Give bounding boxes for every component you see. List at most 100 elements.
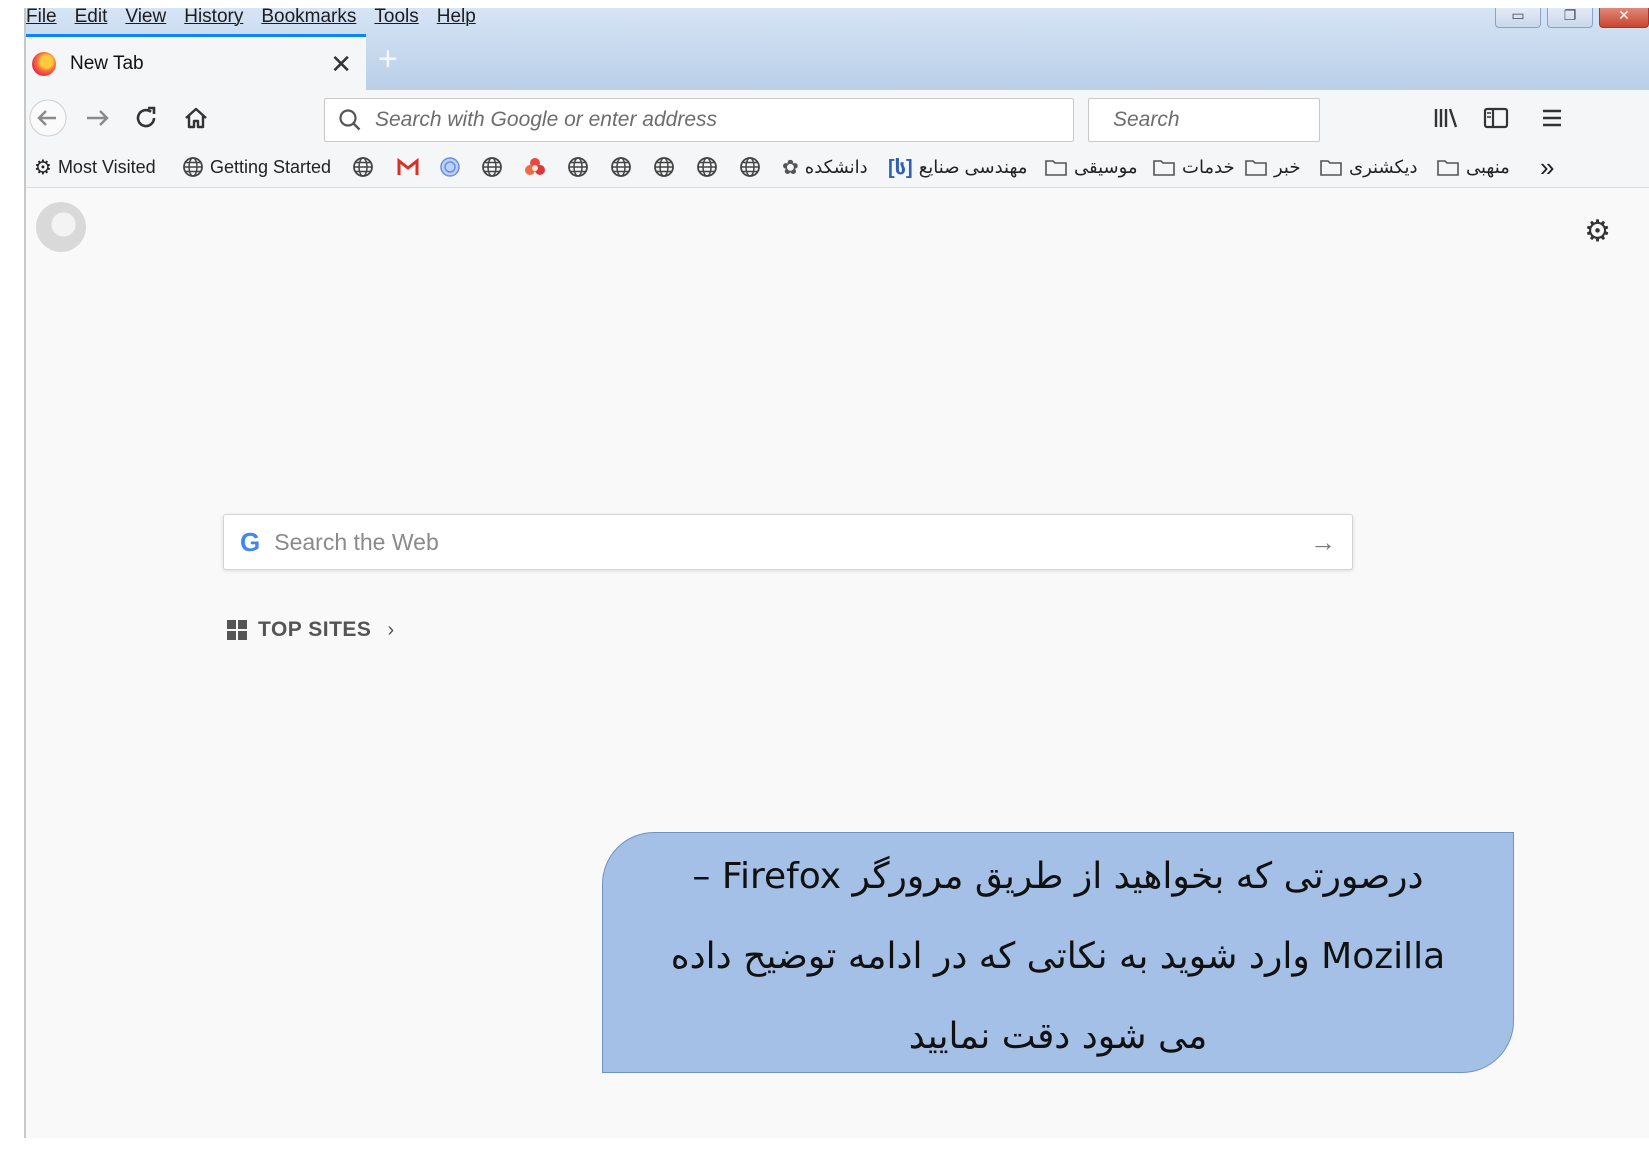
new-tab-button[interactable]: + bbox=[378, 42, 398, 76]
google-icon: G bbox=[240, 526, 261, 557]
search-icon bbox=[339, 109, 361, 131]
address-input[interactable] bbox=[375, 108, 1073, 132]
bookmark-label: Most Visited bbox=[57, 156, 156, 177]
folder-icon bbox=[1045, 160, 1067, 176]
globe-icon bbox=[353, 157, 373, 177]
restore-button[interactable]: ❐ bbox=[1547, 8, 1593, 28]
menu-edit[interactable]: Edit bbox=[67, 8, 118, 26]
bookmark-label: موسیقی bbox=[1074, 156, 1138, 177]
bookmark-label: مهندسی صنایع bbox=[918, 156, 1028, 177]
bookmark-industrial-engineering[interactable]: [ს] مهندسی صنایع bbox=[888, 154, 1027, 180]
bookmark-folder-services[interactable]: خدمات bbox=[1152, 154, 1235, 180]
bookmark-label: خبر bbox=[1274, 156, 1301, 177]
bookmark-globe-7[interactable] bbox=[739, 154, 761, 180]
firefox-logo-icon bbox=[36, 202, 86, 252]
tab-close-icon[interactable]: ✕ bbox=[330, 51, 352, 77]
title-bar: File Edit View History Bookmarks Tools H… bbox=[26, 8, 1649, 90]
back-button[interactable] bbox=[28, 98, 68, 138]
bookmark-folder-news[interactable]: خبر bbox=[1244, 154, 1301, 180]
bookmark-folder-dictionary[interactable]: دیکشنری bbox=[1319, 154, 1417, 180]
close-window-button[interactable]: ✕ bbox=[1599, 8, 1649, 28]
globe-icon bbox=[654, 157, 674, 177]
globe-icon bbox=[740, 157, 760, 177]
fingerprint-icon bbox=[440, 157, 460, 177]
chevron-right-icon: › bbox=[387, 618, 395, 641]
bookmarks-overflow-button[interactable]: » bbox=[1540, 151, 1555, 182]
web-search-input[interactable] bbox=[274, 528, 1310, 556]
bookmark-gmail[interactable] bbox=[396, 154, 420, 180]
globe-icon bbox=[183, 157, 203, 177]
callout-line-2: Mozilla وارد شوید به نکاتی که در ادامه ت… bbox=[670, 936, 1446, 977]
home-button[interactable] bbox=[176, 98, 216, 138]
forward-button[interactable] bbox=[78, 98, 118, 138]
folder-icon bbox=[1153, 160, 1175, 176]
menu-button[interactable] bbox=[1532, 98, 1572, 138]
search-bar[interactable] bbox=[1088, 98, 1387, 142]
bookmark-site-red[interactable] bbox=[523, 154, 547, 180]
menu-tools[interactable]: Tools bbox=[366, 8, 428, 26]
firefox-logo-icon bbox=[32, 51, 56, 76]
window-controls: ▭ ❐ ✕ bbox=[1495, 8, 1649, 28]
top-sites-header[interactable]: TOP SITES › bbox=[226, 618, 394, 642]
home-icon bbox=[185, 107, 207, 129]
tab-new-tab[interactable]: New Tab ✕ bbox=[26, 34, 366, 90]
address-bar[interactable] bbox=[324, 98, 1074, 142]
callout-line-3: می شود دقت نمایید bbox=[908, 1016, 1208, 1057]
globe-icon bbox=[482, 157, 502, 177]
arrow-right-icon[interactable]: → bbox=[1310, 527, 1336, 558]
site-logo-icon: [ს] bbox=[888, 156, 913, 179]
bookmark-folder-music[interactable]: موسیقی bbox=[1044, 154, 1138, 180]
minimize-icon: ▭ bbox=[1511, 8, 1525, 23]
library-button[interactable] bbox=[1426, 98, 1466, 138]
flower-icon bbox=[525, 158, 545, 175]
bookmark-folder-religious[interactable]: منهبی bbox=[1436, 154, 1510, 180]
web-search-box[interactable]: G → bbox=[223, 514, 1353, 570]
bookmark-globe-5[interactable] bbox=[653, 154, 675, 180]
bookmark-site-blue[interactable] bbox=[439, 154, 461, 180]
gear-icon: ⚙ bbox=[34, 156, 52, 179]
menu-bookmarks[interactable]: Bookmarks bbox=[253, 8, 366, 26]
hamburger-icon bbox=[1543, 109, 1561, 127]
back-arrow-icon bbox=[29, 99, 67, 137]
bookmark-globe-1[interactable] bbox=[352, 154, 374, 180]
cog-flower-icon: ✿ bbox=[782, 156, 799, 179]
navigation-toolbar bbox=[26, 90, 1649, 146]
tab-title: New Tab bbox=[70, 52, 144, 74]
folder-icon bbox=[1437, 160, 1459, 176]
menu-history[interactable]: History bbox=[176, 8, 253, 26]
folder-icon bbox=[1245, 160, 1267, 176]
menu-help[interactable]: Help bbox=[429, 8, 486, 26]
sidebar-icon bbox=[1483, 107, 1509, 129]
library-icon bbox=[1434, 108, 1458, 128]
page-settings-gear-icon[interactable]: ⚙ bbox=[1584, 214, 1611, 249]
search-input[interactable] bbox=[1113, 108, 1387, 132]
bookmark-label: خدمات bbox=[1182, 156, 1235, 177]
close-icon: ✕ bbox=[1618, 8, 1630, 23]
bookmark-faculty[interactable]: ✿ دانشکده bbox=[782, 154, 868, 180]
globe-icon bbox=[697, 157, 717, 177]
forward-arrow-icon bbox=[87, 110, 109, 126]
restore-icon: ❐ bbox=[1563, 8, 1577, 23]
bookmark-getting-started[interactable]: Getting Started bbox=[182, 154, 331, 180]
bookmark-globe-6[interactable] bbox=[696, 154, 718, 180]
bookmark-most-visited[interactable]: ⚙ Most Visited bbox=[34, 154, 156, 180]
reload-icon bbox=[136, 106, 156, 128]
callout-line-1: درصورتی که بخواهید از طریق مرورگر Firefo… bbox=[692, 856, 1424, 897]
bookmark-globe-3[interactable] bbox=[567, 154, 589, 180]
folder-icon bbox=[1320, 160, 1342, 176]
menu-file[interactable]: File bbox=[26, 8, 67, 26]
bookmark-globe-2[interactable] bbox=[481, 154, 503, 180]
reload-button[interactable] bbox=[126, 98, 166, 138]
gmail-icon bbox=[397, 157, 419, 175]
instruction-callout: درصورتی که بخواهید از طریق مرورگر Firefo… bbox=[602, 832, 1514, 1073]
menu-view[interactable]: View bbox=[117, 8, 176, 26]
double-chevron-icon: » bbox=[1540, 151, 1555, 182]
grid-icon bbox=[227, 620, 247, 640]
bookmark-globe-4[interactable] bbox=[610, 154, 632, 180]
bookmark-label: دانشکده bbox=[804, 156, 868, 177]
bookmarks-toolbar: ⚙ Most Visited Getting Started ✿ دانشکده… bbox=[26, 146, 1649, 188]
globe-icon bbox=[611, 157, 631, 177]
minimize-button[interactable]: ▭ bbox=[1495, 8, 1541, 28]
menu-bar: File Edit View History Bookmarks Tools H… bbox=[26, 8, 486, 26]
sidebar-toggle-button[interactable] bbox=[1476, 98, 1516, 138]
